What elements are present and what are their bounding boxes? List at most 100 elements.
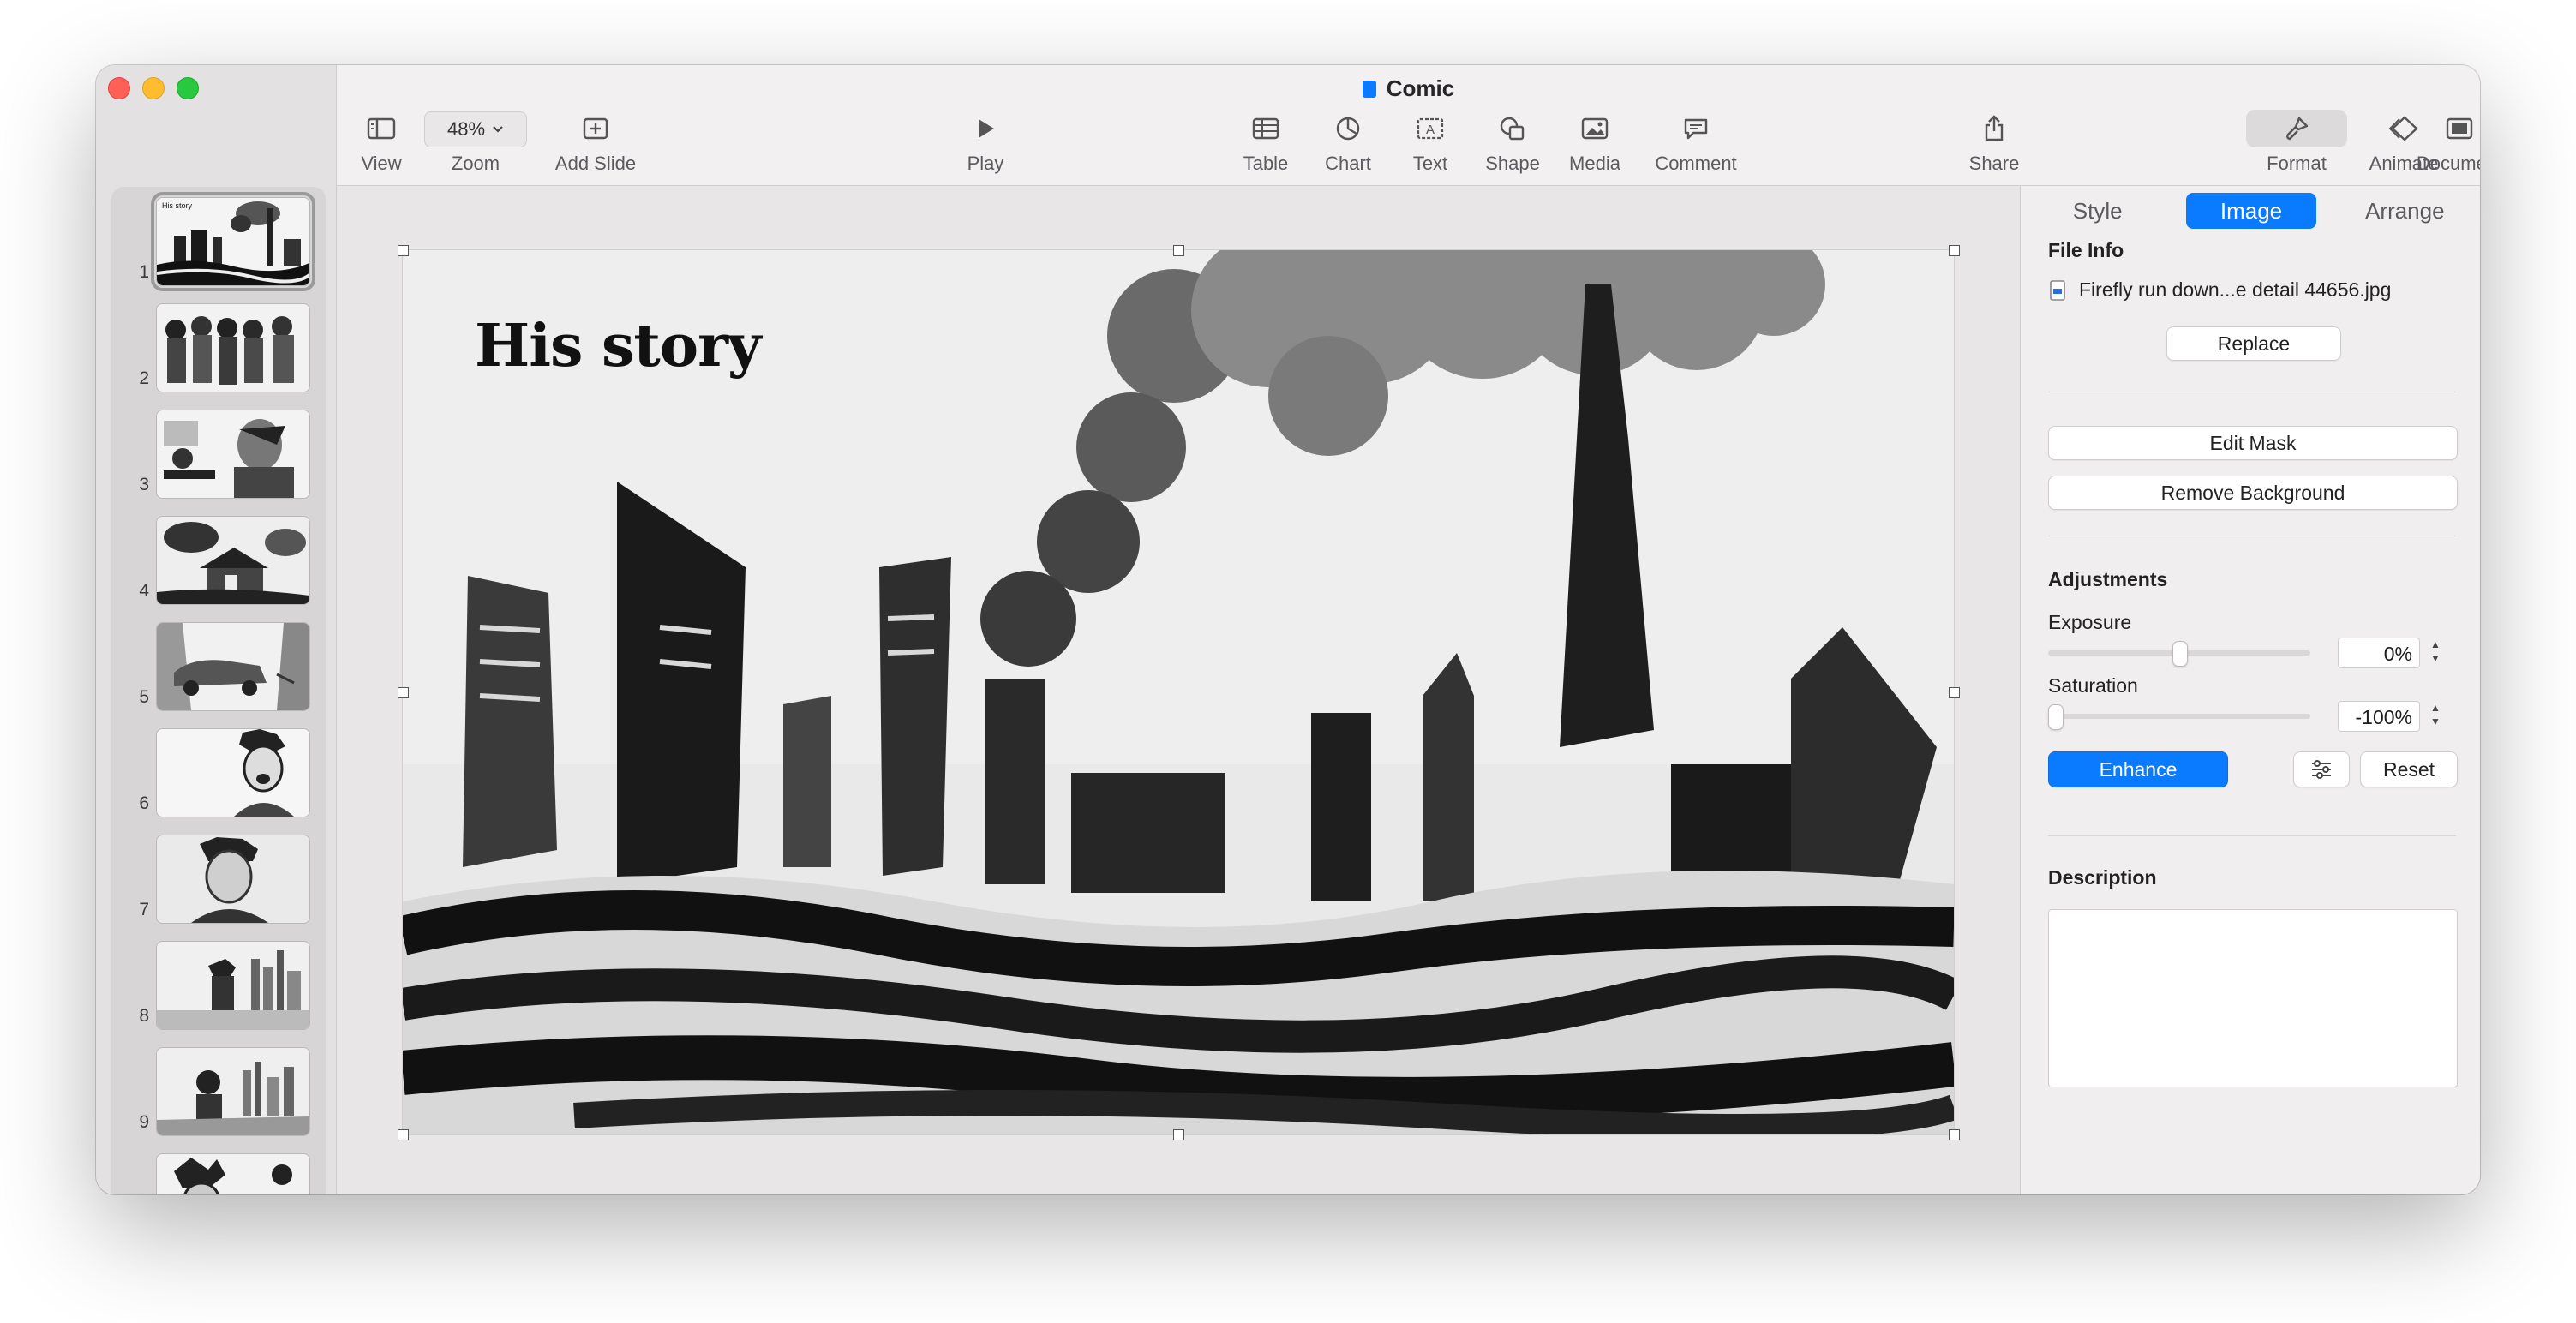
slide-thumbnail-4[interactable]: 4 (111, 516, 326, 610)
slide-thumbnail-1[interactable]: 1 His story (111, 192, 326, 291)
saturation-value-field[interactable]: -100% (2338, 701, 2420, 732)
slide-preview-art (157, 1048, 309, 1135)
zoom-button[interactable] (177, 77, 199, 99)
format-label: Format (2267, 153, 2327, 174)
divider (2048, 835, 2456, 836)
slide-number: 8 (139, 1006, 149, 1026)
slide-preview-art (157, 623, 309, 710)
slide-preview[interactable] (156, 410, 310, 499)
adjust-sliders-icon (2312, 760, 2331, 779)
slide-thumbnail-9[interactable]: 9 (111, 1047, 326, 1141)
resize-handle[interactable] (1949, 687, 1960, 698)
document-icon (2446, 117, 2473, 140)
remove-background-button[interactable]: Remove Background (2048, 476, 2458, 510)
resize-handle[interactable] (1949, 245, 1960, 256)
toolbar: Comic View 48% Zoom Add Slide Play Table… (337, 65, 2480, 186)
resize-handle[interactable] (398, 687, 409, 698)
slide-preview-art (157, 835, 309, 923)
adjust-settings-button[interactable] (2293, 751, 2350, 787)
slide-preview[interactable] (156, 835, 310, 924)
view-button[interactable]: View (330, 110, 433, 178)
file-name: Firefly run down...e detail 44656.jpg (2079, 278, 2392, 301)
slide-preview-art (157, 517, 309, 604)
slide-thumbnail-6[interactable]: 6 (111, 728, 326, 823)
chart-icon (1336, 117, 1360, 141)
slide-thumbnail-8[interactable]: 8 (111, 941, 326, 1035)
comment-label: Comment (1655, 153, 1737, 174)
slide-thumbnail-3[interactable]: 3 (111, 410, 326, 504)
add-slide-label: Add Slide (554, 153, 637, 174)
play-icon (979, 119, 994, 138)
saturation-slider-knob[interactable] (2048, 704, 2064, 730)
document-button[interactable]: Document (2395, 110, 2480, 178)
slide-thumbnail-7[interactable]: 7 (111, 835, 326, 929)
table-icon (1252, 117, 1279, 140)
share-icon (1985, 115, 2004, 141)
document-title-text: Comic (1386, 75, 1455, 101)
description-field[interactable] (2048, 909, 2458, 1087)
tab-arrange[interactable]: Arrange (2340, 193, 2470, 229)
slide-title-text[interactable]: His story (475, 312, 761, 380)
saturation-label: Saturation (2048, 674, 2138, 697)
inspector-tabs: Style Image Arrange (2033, 193, 2470, 229)
description-heading: Description (2048, 866, 2157, 889)
replace-button[interactable]: Replace (2166, 326, 2341, 361)
saturation-slider[interactable] (2048, 714, 2310, 719)
slide-image[interactable]: His story (402, 249, 1955, 1135)
slide-number: 4 (139, 581, 149, 601)
slide-preview[interactable] (156, 941, 310, 1030)
resize-handle[interactable] (1173, 1129, 1184, 1140)
close-button[interactable] (108, 77, 130, 99)
slide-thumbnail-2[interactable]: 2 (111, 303, 326, 398)
resize-handle[interactable] (398, 245, 409, 256)
slide-preview[interactable] (156, 303, 310, 392)
add-slide-button[interactable]: Add Slide (531, 110, 660, 178)
slide-number: 9 (139, 1112, 149, 1132)
document-title: Comic (337, 75, 2480, 102)
zoom-select[interactable]: 48% (424, 111, 527, 147)
tab-style[interactable]: Style (2033, 193, 2162, 229)
reset-button[interactable]: Reset (2360, 751, 2458, 787)
slide-preview[interactable]: His story (151, 192, 315, 291)
document-label: Document (2416, 153, 2480, 174)
slide-preview[interactable] (156, 728, 310, 817)
format-inspector: Style Image Arrange File Info Firefly ru… (2020, 186, 2480, 1194)
exposure-label: Exposure (2048, 611, 2132, 633)
media-button[interactable]: Media (1543, 110, 1646, 178)
comment-button[interactable]: Comment (1636, 110, 1756, 178)
format-button[interactable]: Format (2242, 110, 2351, 178)
share-button[interactable]: Share (1943, 110, 2046, 178)
keynote-window: 1 His story 2 3 4 5 6 7 8 9 Comic View 4… (96, 65, 2480, 1194)
resize-handle[interactable] (1173, 245, 1184, 256)
resize-handle[interactable] (1949, 1129, 1960, 1140)
saturation-stepper[interactable]: ▲ ▼ (2427, 701, 2444, 732)
slide-preview[interactable] (156, 1047, 310, 1136)
slide-preview[interactable] (156, 622, 310, 711)
slide-thumbnail-5[interactable]: 5 (111, 622, 326, 716)
slide-preview[interactable] (156, 516, 310, 605)
slide-preview-art (157, 304, 309, 392)
exposure-slider-knob[interactable] (2172, 641, 2188, 667)
exposure-stepper[interactable]: ▲ ▼ (2427, 638, 2444, 668)
edit-mask-button[interactable]: Edit Mask (2048, 426, 2458, 460)
slide-canvas: His story (337, 186, 2020, 1194)
slide-number: 5 (139, 687, 149, 707)
file-info-heading: File Info (2048, 239, 2124, 261)
slide-preview[interactable] (156, 1153, 310, 1194)
slide-thumbnail-10[interactable] (111, 1153, 326, 1194)
media-label: Media (1569, 153, 1620, 174)
play-button[interactable]: Play (934, 110, 1037, 178)
tab-image[interactable]: Image (2186, 193, 2316, 229)
minimize-button[interactable] (142, 77, 165, 99)
comment-icon (1684, 118, 1708, 140)
enhance-button[interactable]: Enhance (2048, 751, 2228, 787)
slide-preview-art (157, 942, 309, 1029)
shape-icon (1500, 117, 1525, 141)
ink-cityscape-illustration (403, 250, 1954, 1134)
add-slide-icon (583, 117, 608, 140)
svg-text:A: A (1426, 123, 1435, 137)
zoom-control[interactable]: 48% Zoom (424, 110, 527, 178)
resize-handle[interactable] (398, 1129, 409, 1140)
exposure-value-field[interactable]: 0% (2338, 638, 2420, 668)
share-label: Share (1968, 153, 2020, 174)
